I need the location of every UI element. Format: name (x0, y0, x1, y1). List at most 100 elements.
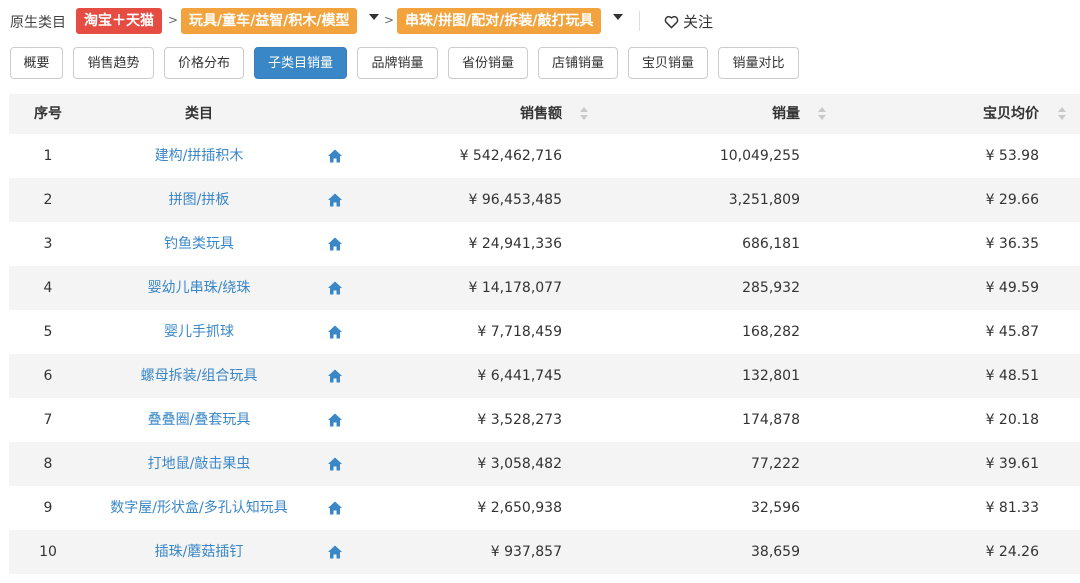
avg-price: ¥ 20.18 (985, 412, 1039, 428)
breadcrumb-separator: > (384, 13, 395, 27)
home-icon[interactable] (327, 500, 343, 516)
table-header: 序号 类目 销售额 销量 宝贝均价 (9, 94, 1080, 134)
table-row: 9 数字屋/形状盒/多孔认知玩具 ¥ 2,650,938 32,596 ¥ 81.33 (9, 486, 1080, 530)
avg-price: ¥ 49.59 (985, 280, 1039, 296)
home-icon[interactable] (327, 412, 343, 428)
category-link[interactable]: 钓鱼类玩具 (89, 222, 309, 266)
home-icon[interactable] (327, 368, 343, 384)
tab-overview[interactable]: 概要 (10, 47, 63, 79)
follow-label: 关注 (683, 13, 714, 31)
category-link[interactable]: 建构/拼插积木 (89, 134, 309, 178)
platform-tag[interactable]: 淘宝＋天猫 (76, 8, 162, 34)
row-index: 3 (43, 236, 53, 252)
row-index: 2 (43, 192, 53, 208)
follow-button[interactable]: 关注 (664, 11, 713, 32)
avg-price: ¥ 29.66 (985, 192, 1039, 208)
home-icon[interactable] (327, 192, 343, 208)
category-link[interactable]: 螺母拆装/组合玩具 (89, 354, 309, 398)
row-index: 10 (39, 544, 57, 560)
sales-qty: 32,596 (751, 500, 800, 516)
tab-price-distribution[interactable]: 价格分布 (164, 47, 244, 79)
sales-qty: 3,251,809 (728, 192, 800, 208)
avg-price: ¥ 24.26 (985, 544, 1039, 560)
sort-icon[interactable] (580, 107, 588, 121)
row-index: 8 (43, 456, 53, 472)
category-breadcrumb: 原生类目 淘宝＋天猫 > 玩具/童车/益智/积木/模型 > 串珠/拼图/配对/拆… (0, 0, 1080, 42)
tab-province-sales[interactable]: 省份销量 (448, 47, 528, 79)
home-icon[interactable] (327, 544, 343, 560)
avg-price: ¥ 45.87 (985, 324, 1039, 340)
category-link[interactable]: 婴幼儿串珠/绕珠 (89, 266, 309, 310)
table-row: 3 钓鱼类玩具 ¥ 24,941,336 686,181 ¥ 36.35 (9, 222, 1080, 266)
header-no: 序号 (34, 106, 62, 122)
home-icon[interactable] (327, 148, 343, 164)
sales-qty: 174,878 (742, 412, 800, 428)
tab-brand-sales[interactable]: 品牌销量 (357, 47, 438, 79)
sales-qty: 77,222 (751, 456, 800, 472)
row-index: 1 (43, 148, 53, 164)
header-qty[interactable]: 销量 (609, 94, 800, 134)
home-icon[interactable] (327, 280, 343, 296)
header-avg-price[interactable]: 宝贝均价 (889, 94, 1039, 134)
sales-amount: ¥ 937,857 (490, 544, 562, 560)
table-row: 8 打地鼠/敲击果虫 ¥ 3,058,482 77,222 ¥ 39.61 (9, 442, 1080, 486)
heart-icon (664, 15, 679, 28)
tab-item-sales[interactable]: 宝贝销量 (628, 47, 708, 79)
category-link[interactable]: 婴儿手抓球 (89, 310, 309, 354)
avg-price: ¥ 36.35 (985, 236, 1039, 252)
category-link[interactable]: 打地鼠/敲击果虫 (89, 442, 309, 486)
table-row: 1 建构/拼插积木 ¥ 542,462,716 10,049,255 ¥ 53.98 (9, 134, 1080, 178)
row-index: 4 (43, 280, 53, 296)
category-link[interactable]: 拼图/拼板 (89, 178, 309, 222)
sales-qty: 132,801 (742, 368, 800, 384)
row-index: 7 (43, 412, 53, 428)
sales-amount: ¥ 3,528,273 (477, 412, 562, 428)
sort-icon[interactable] (1058, 107, 1066, 121)
home-icon[interactable] (327, 456, 343, 472)
breadcrumb-separator: > (168, 13, 179, 27)
chevron-down-icon[interactable] (613, 14, 623, 20)
table-row: 2 拼图/拼板 ¥ 96,453,485 3,251,809 ¥ 29.66 (9, 178, 1080, 222)
tab-subcategory-sales[interactable]: 子类目销量 (254, 47, 347, 79)
avg-price: ¥ 53.98 (985, 148, 1039, 164)
table-row: 4 婴幼儿串珠/绕珠 ¥ 14,178,077 285,932 ¥ 49.59 (9, 266, 1080, 310)
sales-amount: ¥ 96,453,485 (468, 192, 562, 208)
sales-amount: ¥ 542,462,716 (459, 148, 562, 164)
table-row: 6 螺母拆装/组合玩具 ¥ 6,441,745 132,801 ¥ 48.51 (9, 354, 1080, 398)
sales-amount: ¥ 7,718,459 (477, 324, 562, 340)
sales-qty: 686,181 (742, 236, 800, 252)
category-level1-tag[interactable]: 玩具/童车/益智/积木/模型 (181, 8, 358, 34)
chevron-down-icon[interactable] (369, 14, 379, 20)
tab-sales-compare[interactable]: 销量对比 (718, 47, 799, 79)
sales-amount: ¥ 24,941,336 (468, 236, 562, 252)
avg-price: ¥ 48.51 (985, 368, 1039, 384)
category-link[interactable]: 叠叠圈/叠套玩具 (89, 398, 309, 442)
home-icon[interactable] (327, 324, 343, 340)
sales-qty: 10,049,255 (719, 148, 800, 164)
row-index: 5 (43, 324, 53, 340)
category-link[interactable]: 插珠/蘑菇插钉 (89, 530, 309, 574)
sales-amount: ¥ 2,650,938 (477, 500, 562, 516)
category-level2-tag[interactable]: 串珠/拼图/配对/拆装/敲打玩具 (397, 8, 602, 34)
tab-sales-trend[interactable]: 销售趋势 (73, 47, 154, 79)
sales-amount: ¥ 14,178,077 (468, 280, 562, 296)
table-row: 10 插珠/蘑菇插钉 ¥ 937,857 38,659 ¥ 24.26 (9, 530, 1080, 574)
sales-qty: 168,282 (742, 324, 800, 340)
table-row: 5 婴儿手抓球 ¥ 7,718,459 168,282 ¥ 45.87 (9, 310, 1080, 354)
divider (639, 11, 640, 31)
tab-store-sales[interactable]: 店铺销量 (538, 47, 618, 79)
home-icon[interactable] (327, 236, 343, 252)
sales-amount: ¥ 3,058,482 (477, 456, 562, 472)
avg-price: ¥ 81.33 (985, 500, 1039, 516)
sales-amount: ¥ 6,441,745 (477, 368, 562, 384)
sales-qty: 285,932 (742, 280, 800, 296)
avg-price: ¥ 39.61 (985, 456, 1039, 472)
header-amount[interactable]: 销售额 (409, 94, 562, 134)
sort-icon[interactable] (818, 107, 826, 121)
row-index: 6 (43, 368, 53, 384)
table-row: 7 叠叠圈/叠套玩具 ¥ 3,528,273 174,878 ¥ 20.18 (9, 398, 1080, 442)
row-index: 9 (43, 500, 53, 516)
category-link[interactable]: 数字屋/形状盒/多孔认知玩具 (89, 486, 309, 530)
header-category: 类目 (185, 106, 213, 122)
breadcrumb-label: 原生类目 (10, 15, 66, 31)
